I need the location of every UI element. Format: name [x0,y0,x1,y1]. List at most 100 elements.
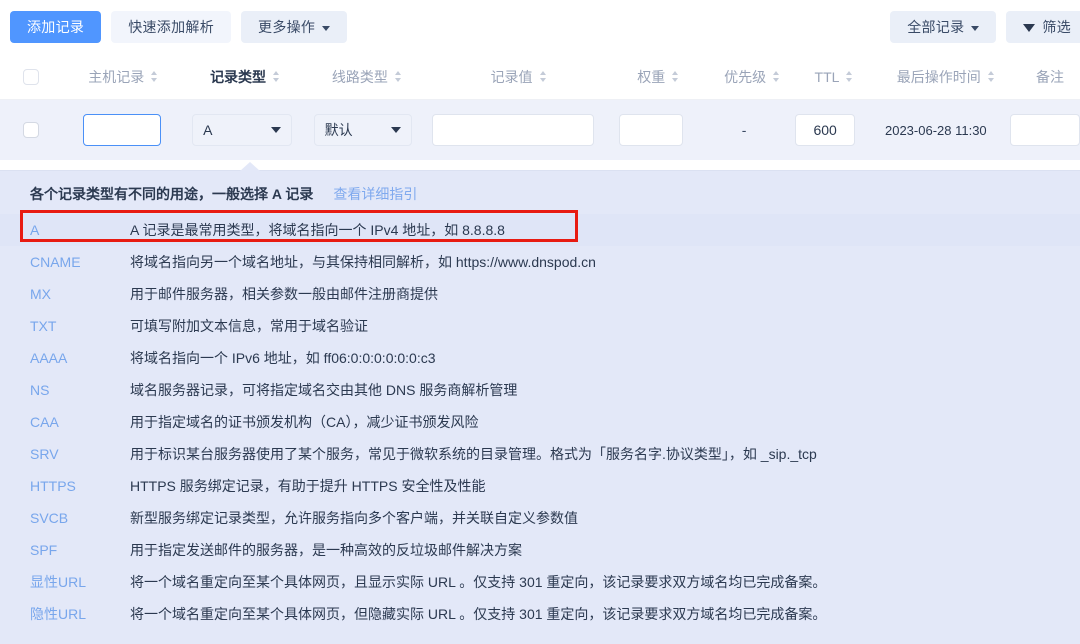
chevron-down-icon [271,127,282,133]
more-actions-button[interactable]: 更多操作 [241,11,348,43]
record-type-option[interactable]: SPF 用于指定发送邮件的服务器，是一种高效的反垃圾邮件解决方案 [0,534,1080,566]
priority-value: - [741,122,747,138]
record-type-code: SPF [30,542,58,558]
record-type-option-list: A A 记录是最常用类型，将域名指向一个 IPv4 地址，如 8.8.8.8 CNA… [0,214,1080,630]
host-input[interactable] [82,114,161,146]
select-all-checkbox[interactable] [22,68,39,85]
column-header-last-modified[interactable]: 最后操作时间 [870,67,1020,87]
record-type-code: 显性URL [30,574,87,590]
panel-title-text: 各个记录类型有不同的用途，一般选择 A 记录 [30,186,314,202]
column-label: 权重 [637,68,666,85]
more-actions-label: 更多操作 [258,19,316,35]
sort-icon[interactable] [539,71,546,82]
column-header-record-type[interactable]: 记录类型 [184,67,306,87]
weight-input[interactable] [619,114,684,146]
all-records-filter-button[interactable]: 全部记录 [890,11,997,43]
column-header-record-value[interactable]: 记录值 [427,67,609,87]
column-label: 记录类型 [210,68,267,85]
record-type-cell: A [182,114,303,146]
last-modified-value: 2023-06-28 11:30 [884,122,987,138]
record-type-option[interactable]: AAAA 将域名指向一个 IPv6 地址，如 ff06:0:0:0:0:0:0:c… [0,342,1080,374]
panel-title: 各个记录类型有不同的用途，一般选择 A 记录 查看详细指引 [0,171,1080,214]
record-type-description: 用于标识某台服务器使用了某个服务，常见于微软系统的目录管理。格式为「服务名字.协… [130,446,817,462]
funnel-icon [1023,24,1036,32]
column-label: TTL [814,68,840,85]
record-type-description: 将域名指向另一个域名地址，与其保持相同解析，如 https://www.dnsp… [130,254,596,270]
record-type-code: A [30,222,40,238]
record-type-option[interactable]: CAA 用于指定域名的证书颁发机构（CA），减少证书颁发风险 [0,406,1080,438]
record-type-code: MX [30,286,51,302]
record-type-option[interactable]: 显性URL 将一个域名重定向至某个具体网页，且显示实际 URL 。仅支持 301 … [0,566,1080,598]
record-type-description: 用于指定域名的证书颁发机构（CA），减少证书颁发风险 [130,414,479,430]
record-type-code: HTTPS [30,478,76,494]
column-header-priority[interactable]: 优先级 [707,67,797,87]
column-header-remark: 备注 [1020,67,1080,87]
sort-icon[interactable] [987,71,994,82]
record-type-code: SVCB [30,510,69,526]
record-type-code: 隐性URL [30,606,87,622]
record-type-option[interactable]: TXT 可填写附加文本信息，常用于域名验证 [0,310,1080,342]
add-record-button[interactable]: 添加记录 [10,11,102,43]
column-header-ttl[interactable]: TTL [797,69,871,85]
record-value-cell [423,114,603,146]
record-value-input[interactable] [431,114,594,146]
record-type-dropdown-panel: 各个记录类型有不同的用途，一般选择 A 记录 查看详细指引 A A 记录是最常用类… [0,162,1080,644]
sort-icon[interactable] [672,71,679,82]
record-type-description: 可填写附加文本信息，常用于域名验证 [130,318,368,334]
sort-icon[interactable] [773,71,780,82]
record-type-code: CNAME [30,254,81,270]
record-type-code: AAAA [30,350,68,366]
record-type-code: CAA [30,414,59,430]
chevron-down-icon [322,25,331,31]
priority-cell: - [700,122,789,138]
host-cell [61,114,182,146]
ttl-input[interactable] [795,114,856,146]
record-type-option[interactable]: SRV 用于标识某台服务器使用了某个服务，常见于微软系统的目录管理。格式为「服务名… [0,438,1080,470]
record-type-option[interactable]: CNAME 将域名指向另一个域名地址，与其保持相同解析，如 https://www… [0,246,1080,278]
filter-button[interactable]: 筛选 [1006,11,1080,43]
column-label: 备注 [1036,68,1065,85]
record-type-option[interactable]: A A 记录是最常用类型，将域名指向一个 IPv4 地址，如 8.8.8.8 [0,214,1080,246]
record-type-description: 用于指定发送邮件的服务器，是一种高效的反垃圾邮件解决方案 [130,542,522,558]
column-label: 记录值 [490,68,533,85]
record-type-description: 将一个域名重定向至某个具体网页，但隐藏实际 URL 。仅支持 301 重定向，该… [130,606,827,622]
record-type-option[interactable]: 隐性URL 将一个域名重定向至某个具体网页，但隐藏实际 URL 。仅支持 301 … [0,598,1080,630]
record-type-code: NS [30,382,50,398]
row-select-checkbox[interactable] [22,122,39,138]
record-type-code: TXT [30,318,57,334]
ttl-cell [789,114,862,146]
record-type-description: 域名服务器记录，可将指定域名交由其他 DNS 服务商解析管理 [130,382,518,398]
record-type-option[interactable]: SVCB 新型服务绑定记录类型，允许服务指向多个客户端，并关联自定义参数值 [0,502,1080,534]
all-records-label: 全部记录 [907,19,965,35]
line-type-select[interactable]: 默认 [313,114,412,146]
record-type-description: 将一个域名重定向至某个具体网页，且显示实际 URL 。仅支持 301 重定向，该… [130,574,827,590]
record-type-description: 用于邮件服务器，相关参数一般由邮件注册商提供 [130,286,438,302]
record-type-value: A [203,122,213,138]
filter-label: 筛选 [1042,19,1071,35]
select-all-cell [0,68,62,85]
chevron-down-icon [390,127,401,133]
last-modified-cell: 2023-06-28 11:30 [862,123,1010,138]
sort-icon[interactable] [273,71,280,82]
line-type-cell: 默认 [302,114,423,146]
dropdown-pointer-icon [240,162,260,171]
sort-icon[interactable] [394,71,401,82]
column-label: 线路类型 [331,68,388,85]
weight-cell [603,114,700,146]
column-label: 主机记录 [88,68,145,85]
record-type-option[interactable]: MX 用于邮件服务器，相关参数一般由邮件注册商提供 [0,278,1080,310]
sort-icon[interactable] [846,71,853,82]
column-header-host[interactable]: 主机记录 [62,67,184,87]
record-type-select[interactable]: A [192,114,293,146]
column-header-weight[interactable]: 权重 [609,67,707,87]
quick-add-resolution-button[interactable]: 快速添加解析 [111,11,232,43]
column-header-line-type[interactable]: 线路类型 [305,67,427,87]
record-type-description: 新型服务绑定记录类型，允许服务指向多个客户端，并关联自定义参数值 [130,510,578,526]
remark-input[interactable] [1009,114,1080,146]
toolbar: 添加记录 快速添加解析 更多操作 全部记录 筛选 [0,0,1080,54]
record-type-option[interactable]: HTTPS HTTPS 服务绑定记录，有助于提升 HTTPS 安全性及性能 [0,470,1080,502]
sort-icon[interactable] [151,71,158,82]
remark-cell [1009,114,1080,146]
view-detailed-guide-link[interactable]: 查看详细指引 [333,184,417,204]
record-type-option[interactable]: NS 域名服务器记录，可将指定域名交由其他 DNS 服务商解析管理 [0,374,1080,406]
